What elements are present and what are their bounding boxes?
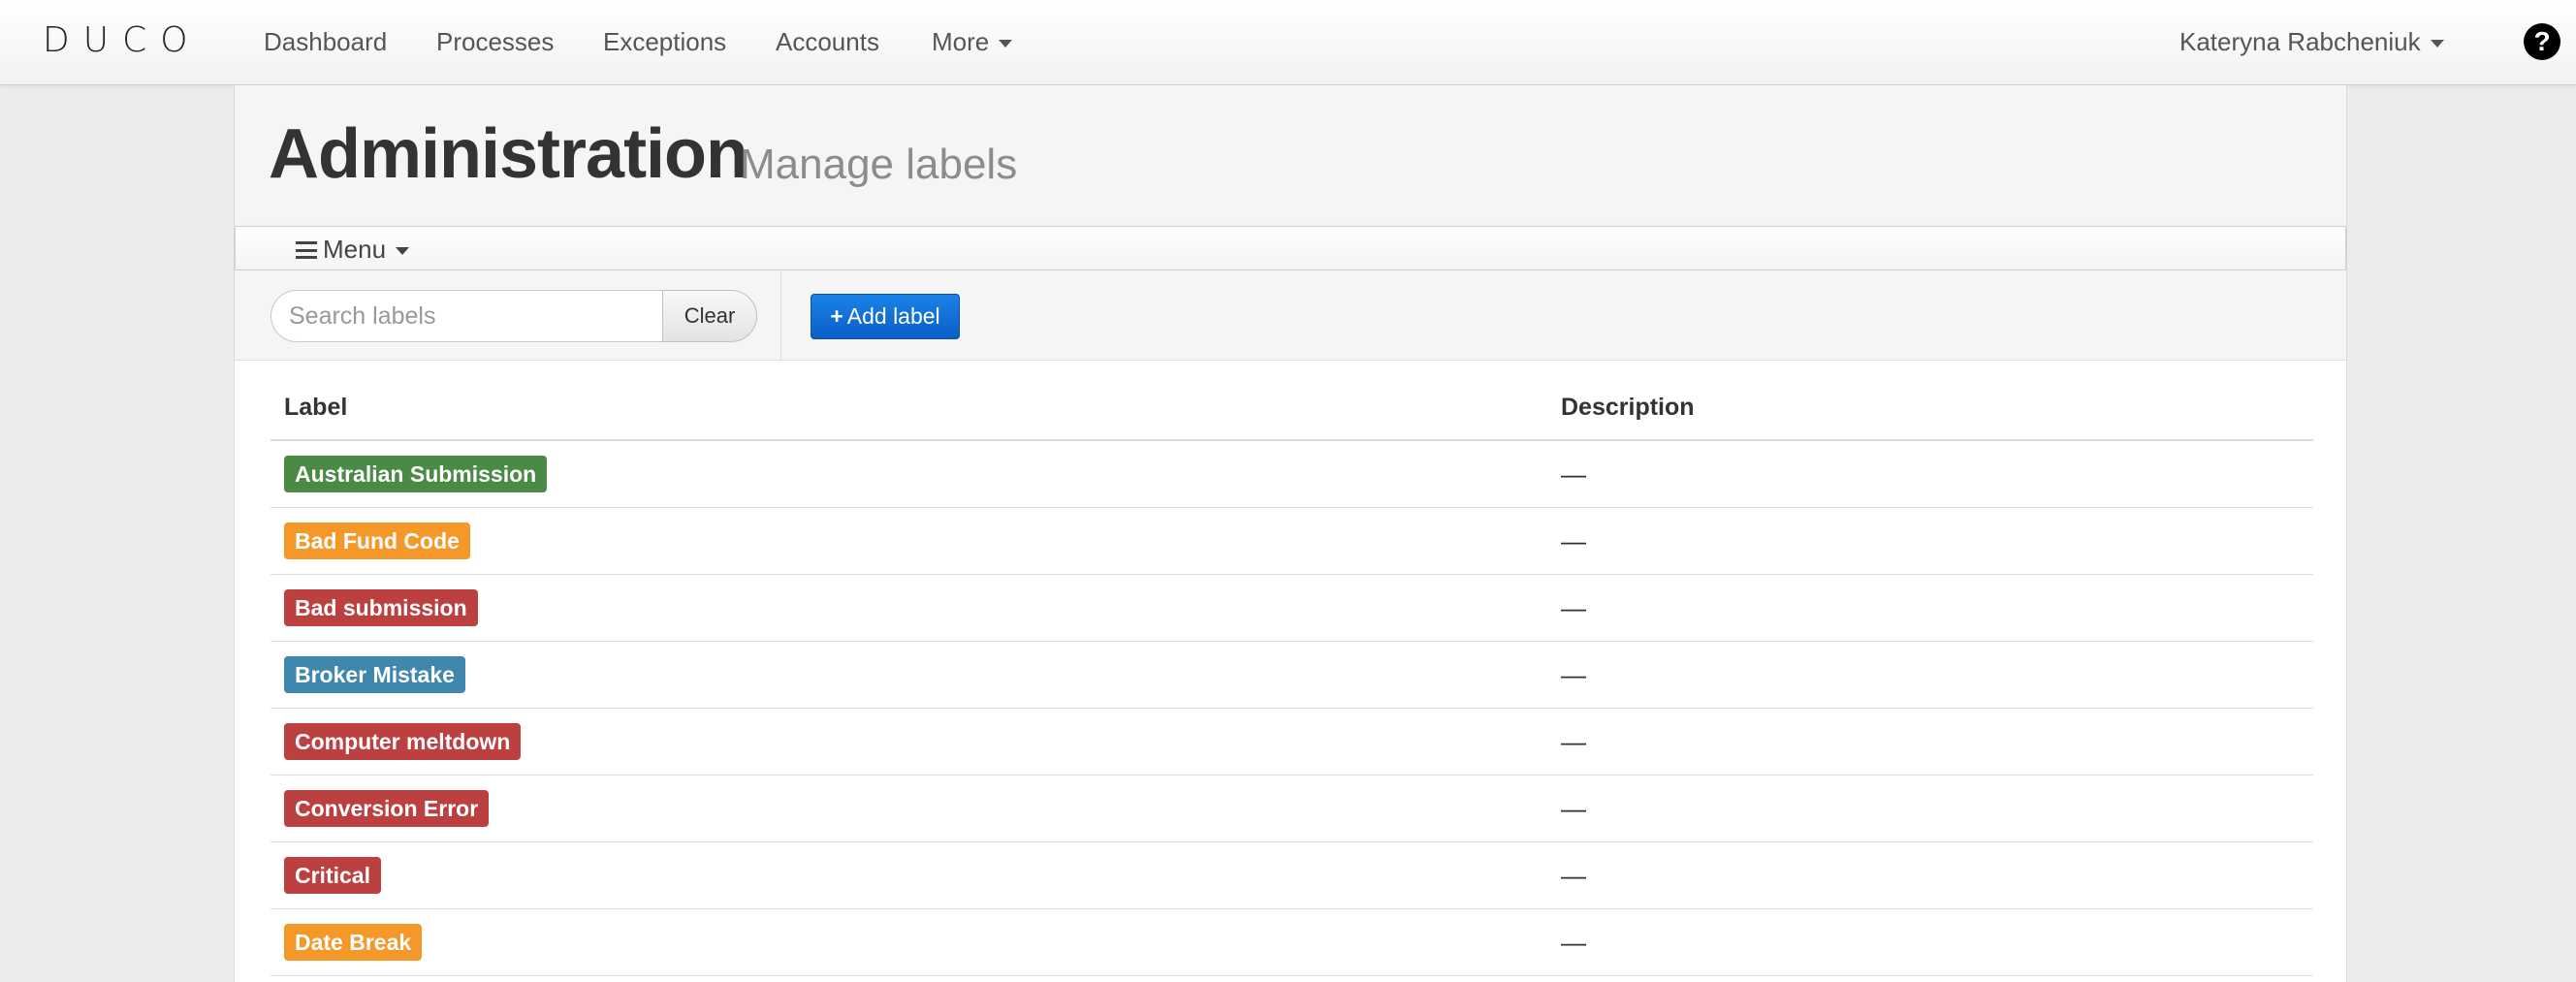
nav-more-dropdown[interactable]: More [932,25,1013,58]
label-badge[interactable]: Australian Submission [284,456,548,492]
user-name: Kateryna Rabcheniuk [2179,27,2421,56]
chevron-down-icon [396,247,410,256]
plus-icon: + [830,303,843,329]
labels-toolbar: Clear +Add label [235,270,2346,361]
nav-accounts[interactable]: Accounts [776,25,879,58]
label-badge[interactable]: Computer meltdown [284,723,522,760]
menu-label: Menu [323,235,387,264]
column-header-description: Description [1561,394,1695,421]
label-badge[interactable]: Critical [284,857,381,894]
top-navbar: DUCO Dashboard Processes Exceptions Acco… [0,0,2576,85]
label-badge[interactable]: Bad submission [284,589,478,626]
nav-processes[interactable]: Processes [436,25,554,58]
nav-dashboard[interactable]: Dashboard [264,25,387,58]
label-badge[interactable]: Broker Mistake [284,656,465,693]
main-container: Administration Manage labels Menu Clear … [234,85,2347,982]
clear-search-button[interactable]: Clear [662,290,757,342]
page-header: Administration Manage labels [235,85,2346,226]
label-description: — [1561,727,1586,756]
table-row: Critical — [270,842,2313,909]
nav-exceptions[interactable]: Exceptions [603,25,726,58]
label-description: — [1561,660,1586,689]
toolbar-divider [780,270,781,361]
table-row: Bad submission — [270,575,2313,642]
table-body: Australian Submission — Bad Fund Code — … [270,441,2313,976]
help-icon[interactable]: ? [2524,23,2560,60]
table-row: Australian Submission — [270,441,2313,508]
hamburger-icon [296,241,317,259]
search-labels-input[interactable] [270,290,662,342]
page-subtitle: Manage labels [740,141,1018,188]
labels-table: Label Description Australian Submission … [270,361,2313,976]
label-description: — [1561,526,1586,555]
user-menu-dropdown[interactable]: Kateryna Rabcheniuk [2179,25,2444,58]
label-description: — [1561,459,1586,489]
label-description: — [1561,794,1586,823]
column-header-label: Label [284,394,348,421]
page-title: Administration [269,115,748,193]
table-row: Broker Mistake — [270,642,2313,709]
label-description: — [1561,861,1586,890]
table-row: Bad Fund Code — [270,508,2313,575]
table-row: Date Break — [270,909,2313,976]
label-description: — [1561,928,1586,957]
chevron-down-icon [2430,40,2444,48]
table-row: Conversion Error — [270,776,2313,842]
add-label-button[interactable]: + Add label [811,294,960,339]
label-description: — [1561,593,1586,622]
nav-more-label: More [932,27,990,56]
admin-menu-bar: Menu [235,226,2346,270]
label-badge[interactable]: Bad Fund Code [284,523,470,559]
label-badge[interactable]: Conversion Error [284,790,490,827]
table-header: Label Description [270,361,2313,441]
add-label-text: Add label [846,303,940,329]
table-row: Computer meltdown — [270,709,2313,776]
chevron-down-icon [999,40,1013,48]
label-badge[interactable]: Date Break [284,924,423,961]
duco-logo[interactable]: DUCO [43,21,202,60]
menu-dropdown-button[interactable]: Menu [296,233,410,266]
